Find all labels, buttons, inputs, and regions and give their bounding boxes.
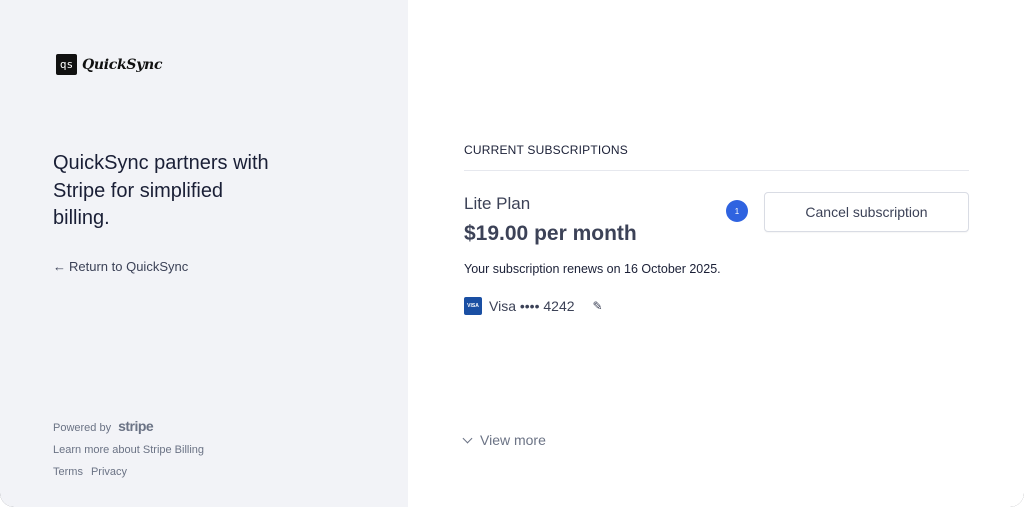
app-frame: qs QuickSync QuickSync partners with Str…	[0, 0, 1024, 507]
powered-by[interactable]: Powered by stripe	[53, 418, 204, 434]
return-link-label: Return to QuickSync	[69, 259, 189, 274]
logo-word: QuickSync	[82, 56, 163, 73]
learn-more-link[interactable]: Learn more about Stripe Billing	[53, 444, 204, 456]
return-link[interactable]: ← Return to QuickSync	[53, 259, 188, 274]
renewal-text: Your subscription renews on 16 October 2…	[464, 262, 721, 276]
stripe-logo: stripe	[118, 418, 154, 434]
view-more-toggle[interactable]: View more	[462, 432, 546, 448]
card-number: Visa •••• 4242	[489, 298, 575, 314]
logo-mark-icon: qs	[56, 54, 77, 75]
main-panel: CURRENT SUBSCRIPTIONS Lite Plan $19.00 p…	[408, 0, 1024, 507]
legal-links: Terms Privacy	[53, 466, 204, 478]
quicksync-logo: qs QuickSync	[56, 54, 162, 75]
plan-name: Lite Plan	[464, 194, 531, 213]
section-divider	[464, 170, 969, 171]
payment-method: VISA Visa •••• 4242 ✎	[464, 297, 603, 315]
section-title: CURRENT SUBSCRIPTIONS	[464, 143, 628, 157]
chevron-down-icon	[462, 433, 473, 443]
notification-badge: 1	[726, 200, 748, 222]
pencil-icon[interactable]: ✎	[593, 299, 603, 313]
plan-price: $19.00 per month	[464, 222, 637, 245]
privacy-link[interactable]: Privacy	[91, 466, 127, 478]
page-headline: QuickSync partners with Stripe for simpl…	[53, 152, 269, 229]
arrow-left-icon: ←	[53, 259, 66, 274]
left-panel: qs QuickSync QuickSync partners with Str…	[0, 0, 408, 507]
terms-link[interactable]: Terms	[53, 466, 83, 478]
cancel-subscription-button[interactable]: Cancel subscription	[764, 192, 969, 232]
view-more-label: View more	[480, 432, 546, 448]
footer: Powered by stripe Learn more about Strip…	[53, 418, 204, 478]
powered-by-label: Powered by	[53, 422, 112, 434]
visa-card-icon: VISA	[464, 297, 482, 315]
